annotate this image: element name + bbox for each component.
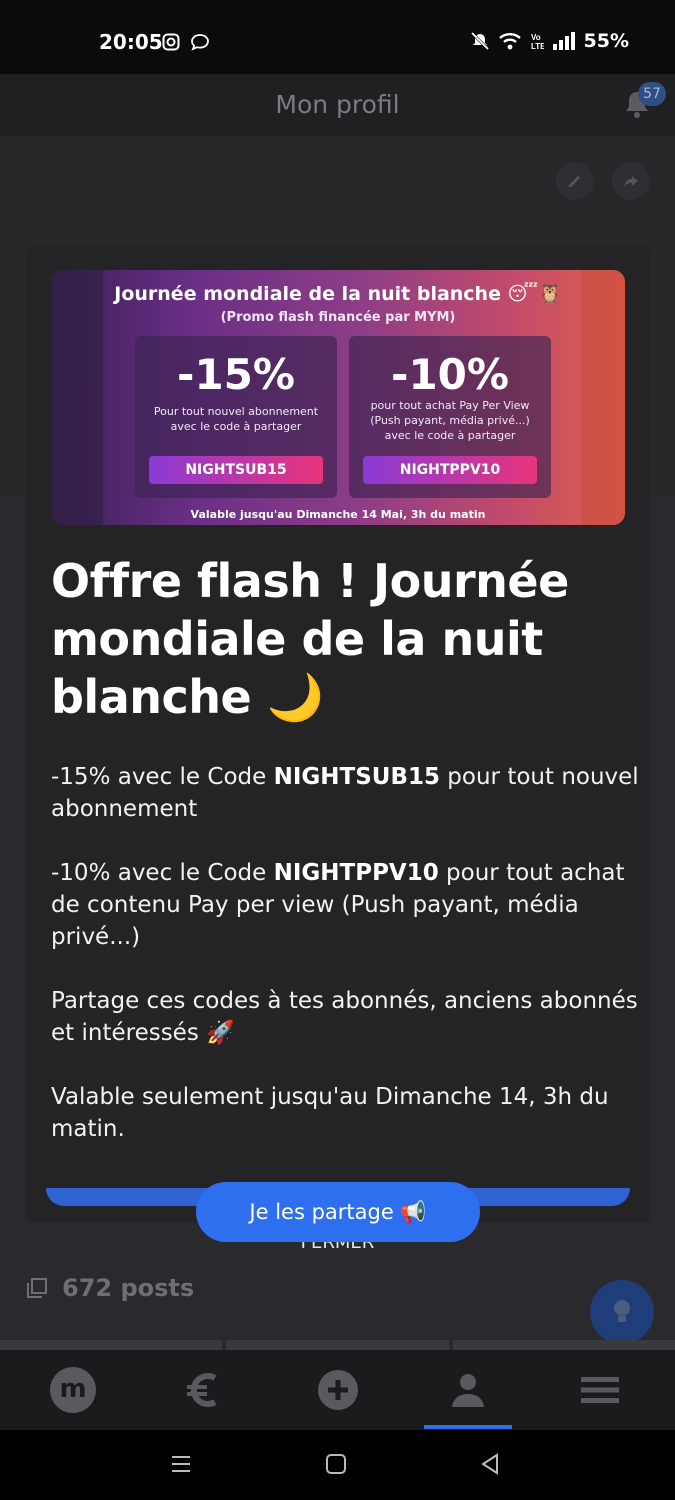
nav-menu[interactable]	[555, 1350, 645, 1430]
promo-modal: Journée mondiale de la nuit blanche 😴🦉 (…	[26, 246, 650, 1222]
validity-paragraph: Valable seulement jusqu'au Dimanche 14, …	[51, 1084, 609, 1142]
app-header: Mon profil	[0, 74, 675, 136]
volte-icon: VoLTE	[531, 33, 544, 51]
offer-card-ppv: -10% pour tout achat Pay Per View (Push …	[349, 336, 551, 498]
user-icon	[452, 1374, 484, 1407]
nav-earnings[interactable]	[158, 1350, 248, 1430]
edit-profile-button[interactable]	[556, 162, 594, 200]
code-highlight: NIGHTSUB15	[273, 764, 440, 790]
offer-description: pour tout achat Pay Per View (Push payan…	[370, 399, 530, 442]
message-icon	[191, 34, 209, 51]
offer-description: Pour tout nouvel abonnement avec le code…	[153, 405, 319, 433]
notification-badge: 57	[638, 82, 666, 106]
posts-count: 672 posts	[62, 1274, 195, 1302]
modal-headline: Offre flash ! Journée mondiale de la nui…	[51, 554, 569, 724]
clock: 20:05	[99, 30, 163, 54]
share-arrow-icon	[624, 176, 638, 187]
page-title: Mon profil	[275, 90, 400, 119]
signal-icon	[552, 32, 575, 50]
code-highlight: NIGHTPPV10	[273, 860, 439, 886]
share-profile-button[interactable]	[612, 162, 650, 200]
offer-paragraph-ppv: -10% avec le Code NIGHTPPV10 pour tout a…	[51, 860, 625, 950]
back-icon[interactable]	[479, 1452, 501, 1476]
mym-logo-icon: m	[50, 1367, 96, 1413]
banner-title: Journée mondiale de la nuit blanche 😴🦉	[114, 283, 562, 305]
menu-icon	[581, 1377, 619, 1403]
battery-level: 55%	[583, 30, 629, 52]
home-icon[interactable]	[325, 1452, 347, 1476]
banner-subtitle: (Promo flash financée par MYM)	[220, 310, 456, 325]
nav-profile[interactable]	[423, 1350, 513, 1430]
offer-percent: -10%	[391, 350, 509, 399]
euro-icon	[187, 1373, 217, 1407]
offer-paragraph-subscription: -15% avec le Code NIGHTSUB15 pour tout n…	[51, 764, 639, 822]
nav-create[interactable]	[293, 1350, 383, 1430]
share-paragraph: Partage ces codes à tes abonnés, anciens…	[51, 988, 638, 1046]
plus-circle-icon	[318, 1370, 358, 1410]
svg-text:LTE: LTE	[531, 42, 544, 51]
tips-button[interactable]	[590, 1280, 654, 1344]
offer-code: NIGHTPPV10	[363, 456, 537, 484]
banner-validity: Valable jusqu'au Dimanche 14 Mai, 3h du …	[190, 508, 486, 521]
system-nav-bar	[0, 1430, 675, 1500]
nav-home[interactable]: m	[28, 1350, 118, 1430]
post-thumbnails	[0, 1340, 675, 1350]
wifi-icon	[498, 33, 521, 50]
status-bar: 20:05 Vo LTE 55%	[0, 0, 675, 74]
share-codes-button[interactable]: Je les partage 📢	[196, 1182, 480, 1242]
recent-apps-icon[interactable]	[170, 1452, 192, 1476]
svg-text:Vo: Vo	[531, 33, 541, 42]
posts-counter: 672 posts	[26, 1274, 194, 1302]
offer-code: NIGHTSUB15	[149, 456, 323, 484]
bottom-nav: m	[0, 1350, 675, 1430]
instagram-icon	[162, 33, 180, 51]
posts-icon	[27, 1278, 47, 1298]
offer-card-subscription: -15% Pour tout nouvel abonnement avec le…	[135, 336, 337, 498]
active-tab-indicator	[424, 1425, 512, 1429]
promo-banner: Journée mondiale de la nuit blanche 😴🦉 (…	[51, 270, 625, 525]
offer-percent: -15%	[177, 350, 295, 399]
modal-body: -15% avec le Code NIGHTSUB15 pour tout n…	[51, 761, 641, 1177]
pencil-icon	[569, 176, 580, 187]
lightbulb-icon	[614, 1300, 630, 1322]
mute-icon	[470, 31, 489, 51]
